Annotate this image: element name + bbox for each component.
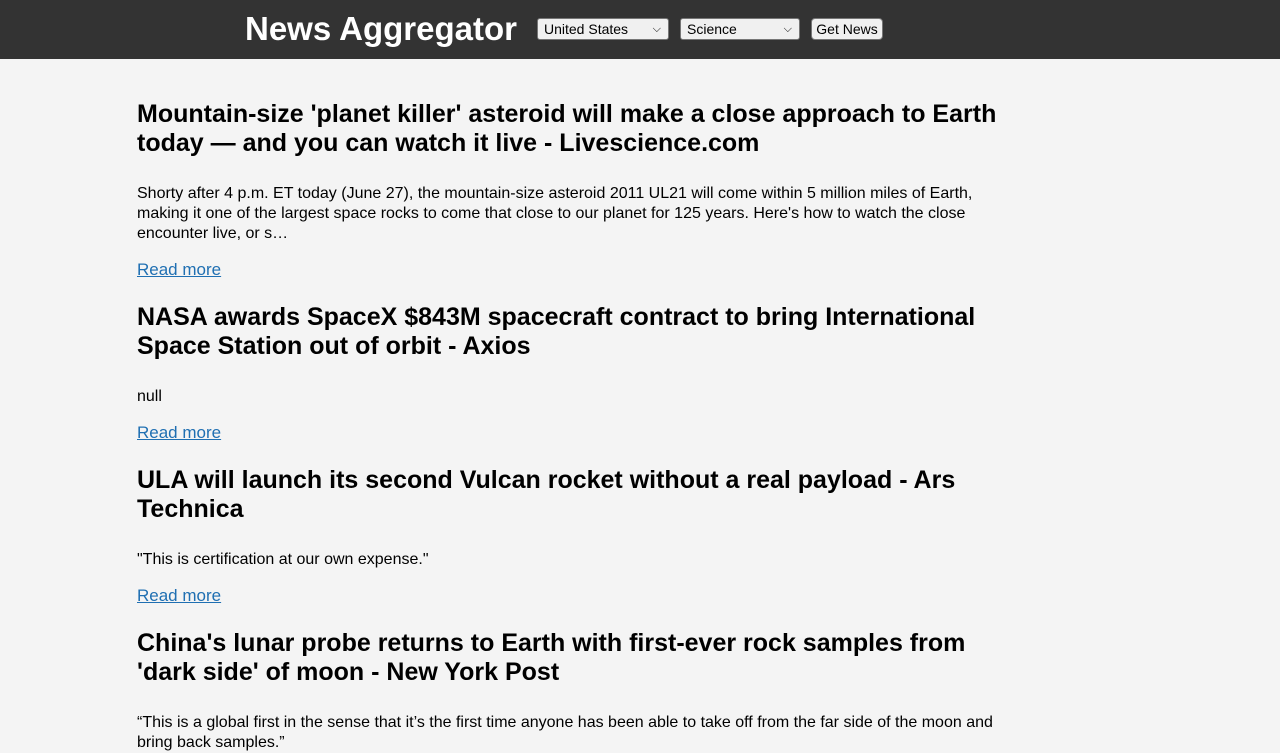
- article-title: NASA awards SpaceX $843M spacecraft cont…: [137, 303, 976, 360]
- top-bar: News Aggregator United States ⌵ Science …: [0, 0, 1280, 59]
- article-title: ULA will launch its second Vulcan rocket…: [137, 466, 956, 523]
- article-title: China's lunar probe returns to Earth wit…: [137, 629, 966, 686]
- article-description: "This is certification at our own expens…: [137, 551, 429, 568]
- country-select[interactable]: United States ⌵: [537, 18, 669, 40]
- category-select[interactable]: Science ⌵: [680, 18, 800, 40]
- article-item: NASA awards SpaceX $843M spacecraft cont…: [137, 303, 1007, 443]
- article-description: null: [137, 388, 162, 405]
- read-more-link[interactable]: Read more: [137, 423, 221, 443]
- article-description: “This is a global first in the sense tha…: [137, 714, 993, 751]
- article-item: China's lunar probe returns to Earth wit…: [137, 629, 1007, 753]
- article-description: Shorty after 4 p.m. ET today (June 27), …: [137, 185, 973, 242]
- article-item: ULA will launch its second Vulcan rocket…: [137, 466, 1007, 606]
- article-item: Mountain-size 'planet killer' asteroid w…: [137, 100, 1007, 280]
- get-news-button[interactable]: Get News: [811, 18, 883, 40]
- app-title: News Aggregator: [245, 10, 517, 47]
- article-title: Mountain-size 'planet killer' asteroid w…: [137, 100, 997, 157]
- read-more-link[interactable]: Read more: [137, 586, 221, 606]
- chevron-down-icon: ⌵: [652, 23, 661, 35]
- category-select-value: Science: [687, 21, 737, 37]
- chevron-down-icon: ⌵: [783, 23, 792, 35]
- country-select-value: United States: [544, 21, 629, 37]
- article-list: Mountain-size 'planet killer' asteroid w…: [137, 100, 1007, 753]
- read-more-link[interactable]: Read more: [137, 260, 221, 280]
